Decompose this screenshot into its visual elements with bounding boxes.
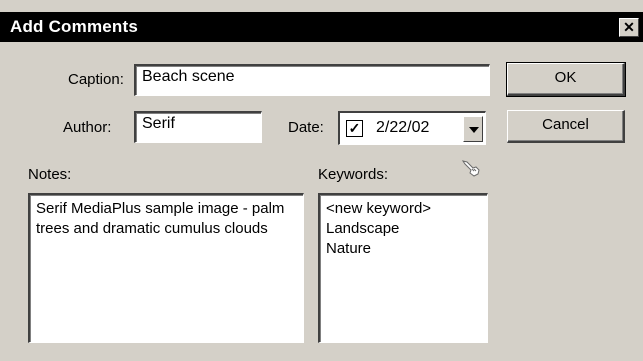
keywords-label: Keywords: xyxy=(318,166,389,183)
author-field[interactable]: Serif xyxy=(134,111,262,143)
date-label: Date: xyxy=(288,119,324,136)
keywords-list[interactable]: <new keyword> Landscape Nature xyxy=(318,193,488,343)
notes-label: Notes: xyxy=(28,166,72,183)
dialog-title: Add Comments xyxy=(10,17,139,36)
date-dropdown-button[interactable] xyxy=(463,116,483,142)
cancel-button[interactable]: Cancel xyxy=(507,110,625,143)
keyword-item[interactable]: Landscape xyxy=(326,219,481,239)
caption-label: Caption: xyxy=(68,71,124,88)
notes-textarea[interactable]: Serif MediaPlus sample image - palm tree… xyxy=(28,193,304,343)
ok-button[interactable]: OK xyxy=(506,62,626,97)
hand-pointer-icon xyxy=(461,160,480,177)
date-value[interactable]: 2/22/02 xyxy=(376,119,429,137)
keyword-item-new[interactable]: <new keyword> xyxy=(326,199,481,219)
keyword-item[interactable]: Nature xyxy=(326,239,481,259)
close-button[interactable]: ✕ xyxy=(619,18,639,37)
date-enabled-checkbox[interactable]: ✓ xyxy=(346,120,363,137)
caption-field[interactable]: Beach scene xyxy=(134,64,490,96)
add-comments-dialog: Add Comments ✕ Caption: Beach scene Auth… xyxy=(0,0,643,361)
title-bar[interactable]: Add Comments ✕ xyxy=(0,12,643,42)
author-label: Author: xyxy=(63,119,112,136)
date-picker[interactable]: ✓ 2/22/02 xyxy=(338,111,486,145)
